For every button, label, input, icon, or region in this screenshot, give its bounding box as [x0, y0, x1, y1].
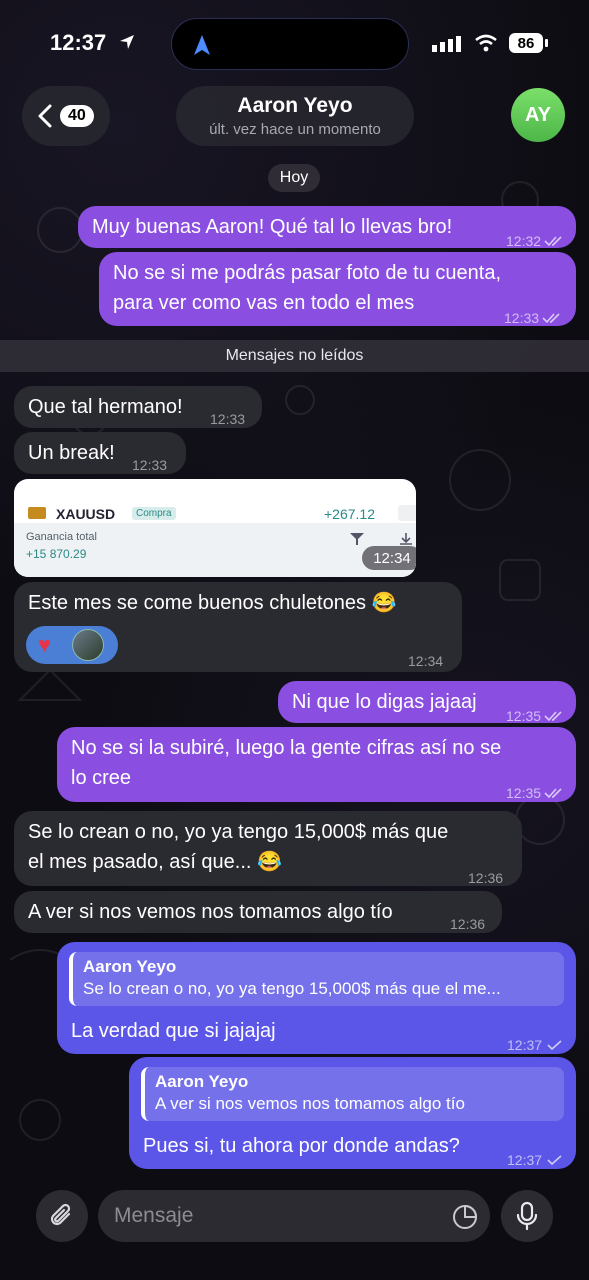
- quoted-text: A ver si nos vemos nos tomamos algo tío: [155, 1094, 465, 1113]
- chevron-left-icon: [38, 104, 52, 128]
- download-icon: [400, 533, 412, 545]
- total-profit-label: Ganancia total: [26, 531, 97, 543]
- message-bubble-incoming[interactable]: Un break! 12:33: [14, 432, 186, 474]
- chat-title[interactable]: Aaron Yeyo últ. vez hace un momento: [176, 86, 414, 146]
- navigation-arrow-icon: [194, 35, 210, 55]
- check-icon: [547, 1155, 562, 1166]
- filter-icon: [350, 533, 364, 545]
- message-bubble-incoming[interactable]: Se lo crean o no, yo ya tengo 15,000$ má…: [14, 811, 522, 886]
- paperclip-icon: [50, 1203, 71, 1226]
- message-text: Ni que lo digas jajaaj: [292, 691, 477, 713]
- unread-messages-divider: Mensajes no leídos: [0, 340, 589, 372]
- microphone-button[interactable]: [501, 1190, 553, 1242]
- message-time: 12:34: [362, 546, 416, 570]
- battery-indicator: 86: [509, 33, 543, 53]
- message-bubble-outgoing-reply[interactable]: Aaron Yeyo A ver si nos vemos nos tomamo…: [129, 1057, 576, 1169]
- quoted-message[interactable]: Aaron Yeyo Se lo crean o no, yo ya tengo…: [69, 952, 564, 1006]
- battery-tip: [545, 39, 548, 47]
- message-text-line: lo cree: [71, 767, 132, 789]
- message-bubble-outgoing-reply[interactable]: Aaron Yeyo Se lo crean o no, yo ya tengo…: [57, 942, 576, 1054]
- dynamic-island: [171, 18, 409, 70]
- message-time: 12:33: [210, 411, 246, 427]
- message-time: 12:33: [504, 310, 540, 326]
- message-meta: 12:37: [507, 1145, 565, 1175]
- double-check-icon: [544, 236, 562, 247]
- status-time: 12:37: [50, 30, 107, 55]
- message-text: Este mes se come buenos chuletones 😂: [28, 592, 397, 614]
- message-bubble-incoming[interactable]: A ver si nos vemos nos tomamos algo tío …: [14, 891, 502, 933]
- message-text: Pues si, tu ahora por donde andas?: [143, 1135, 460, 1157]
- message-text-line: No se si me podrás pasar foto de tu cuen…: [113, 262, 501, 284]
- message-time: 12:33: [132, 457, 168, 473]
- message-text: La verdad que si jajajaj: [71, 1020, 276, 1042]
- message-time: 12:37: [507, 1152, 543, 1168]
- message-text-line: Se lo crean o no, yo ya tengo 15,000$ má…: [28, 821, 449, 843]
- contact-avatar[interactable]: AY: [511, 88, 565, 142]
- message-bubble-outgoing[interactable]: Ni que lo digas jajaaj 12:35: [278, 681, 576, 724]
- message-meta: 12:33: [504, 303, 562, 333]
- heart-reaction-icon: ♥: [38, 632, 52, 657]
- double-check-icon: [542, 313, 560, 324]
- message-bubble-outgoing[interactable]: No se si me podrás pasar foto de tu cuen…: [99, 252, 576, 326]
- message-text: A ver si nos vemos nos tomamos algo tío: [28, 901, 393, 923]
- reactor-avatar: [72, 629, 104, 661]
- trade-profit: +267.12: [324, 506, 375, 522]
- trade-type-tag: Compra: [132, 507, 176, 520]
- message-input[interactable]: [98, 1190, 490, 1242]
- quoted-sender: Aaron Yeyo: [155, 1072, 249, 1091]
- quoted-message[interactable]: Aaron Yeyo A ver si nos vemos nos tomamo…: [141, 1067, 564, 1121]
- message-text-line: No se si la subiré, luego la gente cifra…: [71, 737, 502, 759]
- message-time: 12:36: [450, 916, 486, 932]
- trade-row: XAUUSD Compra +267.12: [26, 503, 416, 523]
- location-arrow-icon: [120, 35, 134, 49]
- message-bubble-outgoing[interactable]: Muy buenas Aaron! Qué tal lo llevas bro!…: [78, 206, 576, 249]
- total-profit-value: +15 870.29: [26, 547, 87, 561]
- trade-symbol: XAUUSD: [56, 506, 116, 522]
- message-time: 12:34: [408, 653, 444, 669]
- message-text-line: el mes pasado, así que... 😂: [28, 851, 282, 873]
- message-meta: 12:35: [506, 778, 564, 808]
- message-text-line: para ver como vas en todo el mes: [113, 292, 415, 314]
- message-text: Un break!: [28, 442, 115, 464]
- sticker-icon[interactable]: [452, 1204, 478, 1230]
- message-bubble-outgoing[interactable]: No se si la subiré, luego la gente cifra…: [57, 727, 576, 802]
- status-bar: 12:37 86: [0, 0, 589, 88]
- message-time: 12:36: [468, 870, 504, 886]
- quoted-sender: Aaron Yeyo: [83, 957, 177, 976]
- double-check-icon: [544, 711, 562, 722]
- date-separator: Hoy: [268, 164, 320, 192]
- gold-symbol-icon: [28, 507, 46, 519]
- message-meta: 12:37: [507, 1030, 565, 1060]
- wifi-icon: [475, 34, 497, 52]
- total-profit-section: Ganancia total +15 870.29: [14, 523, 416, 577]
- microphone-icon: [516, 1201, 538, 1231]
- message-text: Muy buenas Aaron! Qué tal lo llevas bro!: [92, 216, 453, 238]
- message-bubble-incoming[interactable]: Que tal hermano! 12:33: [14, 386, 262, 428]
- last-seen-status: últ. vez hace un momento: [209, 121, 381, 138]
- unread-count-badge: 40: [60, 105, 94, 127]
- quoted-text: Se lo crean o no, yo ya tengo 15,000$ má…: [83, 979, 501, 998]
- message-time: 12:35: [506, 785, 542, 801]
- double-check-icon: [544, 788, 562, 799]
- attach-button[interactable]: [36, 1190, 88, 1242]
- message-time: 12:37: [507, 1037, 543, 1053]
- trade-screenshot-image[interactable]: XAUUSD Compra +267.12 Ganancia total +15…: [14, 479, 416, 577]
- contact-name: Aaron Yeyo: [237, 94, 353, 117]
- message-reactions[interactable]: ♥: [26, 626, 118, 664]
- share-icon: [398, 505, 416, 521]
- back-button[interactable]: 40: [22, 86, 110, 146]
- signal-icon: [432, 36, 461, 52]
- message-text: Que tal hermano!: [28, 396, 183, 418]
- check-icon: [547, 1040, 562, 1051]
